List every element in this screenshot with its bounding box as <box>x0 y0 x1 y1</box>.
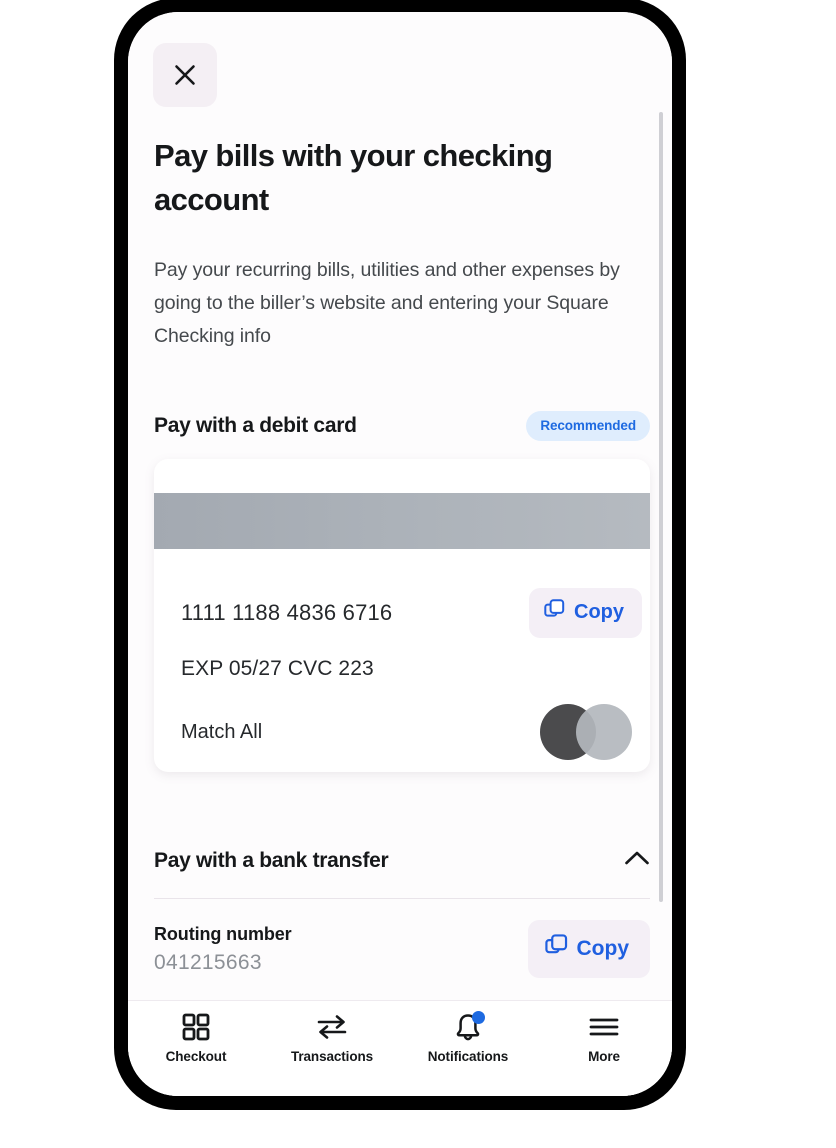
bank-transfer-section-title: Pay with a bank transfer <box>154 849 389 872</box>
close-button[interactable] <box>153 43 217 107</box>
copy-card-number-button[interactable]: Copy <box>529 588 642 638</box>
routing-number-label: Routing number <box>154 923 292 944</box>
copy-icon <box>544 934 568 963</box>
nav-label-notifications: Notifications <box>427 1049 509 1064</box>
recommended-badge: Recommended <box>526 411 650 441</box>
debit-card-section-title: Pay with a debit card <box>154 414 357 437</box>
copy-routing-number-label: Copy <box>576 936 630 960</box>
mastercard-circles-icon <box>540 704 632 760</box>
bank-transfer-section-header[interactable]: Pay with a bank transfer <box>154 837 650 885</box>
chevron-up-icon[interactable] <box>624 850 650 872</box>
nav-item-checkout[interactable]: Checkout <box>137 1012 255 1064</box>
nav-label-transactions: Transactions <box>290 1049 374 1064</box>
copy-routing-number-button[interactable]: Copy <box>527 920 650 978</box>
notifications-badge-dot <box>472 1011 485 1024</box>
transfer-arrows-icon <box>315 1012 349 1042</box>
debit-card-section-header: Pay with a debit card Recommended <box>154 406 650 446</box>
nav-item-notifications[interactable]: Notifications <box>409 1011 527 1064</box>
card-magnetic-stripe <box>154 493 650 549</box>
debit-card-panel: 1111 1188 4836 6716 Copy EXP 05/27 CVC 2… <box>154 459 650 772</box>
bell-icon <box>451 1011 485 1042</box>
nav-item-more[interactable]: More <box>545 1012 663 1064</box>
routing-number-block: Routing number 041215663 <box>154 924 292 975</box>
card-number-row: 1111 1188 4836 6716 Copy <box>154 586 650 640</box>
page-title: Pay bills with your checking account <box>154 138 553 217</box>
routing-number-row: Routing number 041215663 Copy <box>154 914 650 984</box>
card-number-value: 1111 1188 4836 6716 <box>181 600 393 625</box>
nav-label-checkout: Checkout <box>165 1049 227 1064</box>
card-expiry-cvc-value: EXP 05/27 CVC 223 <box>181 657 374 680</box>
bank-section-divider <box>154 898 650 899</box>
close-icon <box>174 64 196 86</box>
grid-icon <box>179 1012 213 1042</box>
nav-item-transactions[interactable]: Transactions <box>273 1012 391 1064</box>
bottom-navigation-bar: Checkout Transactions Notifications More <box>128 1000 672 1096</box>
screen-content: Pay bills with your checking account Pay… <box>128 12 672 1096</box>
copy-icon <box>544 599 565 626</box>
hamburger-menu-icon <box>587 1012 621 1042</box>
vertical-scrollbar[interactable] <box>659 112 663 902</box>
phone-screen: Pay bills with your checking account Pay… <box>128 12 672 1096</box>
page-subtitle: Pay your recurring bills, utilities and … <box>154 259 620 347</box>
routing-number-value: 041215663 <box>154 950 262 974</box>
card-brand-name: Match All <box>181 720 263 743</box>
card-brand-row: Match All <box>154 701 650 763</box>
nav-label-more: More <box>588 1049 620 1064</box>
copy-card-number-label: Copy <box>574 601 624 623</box>
